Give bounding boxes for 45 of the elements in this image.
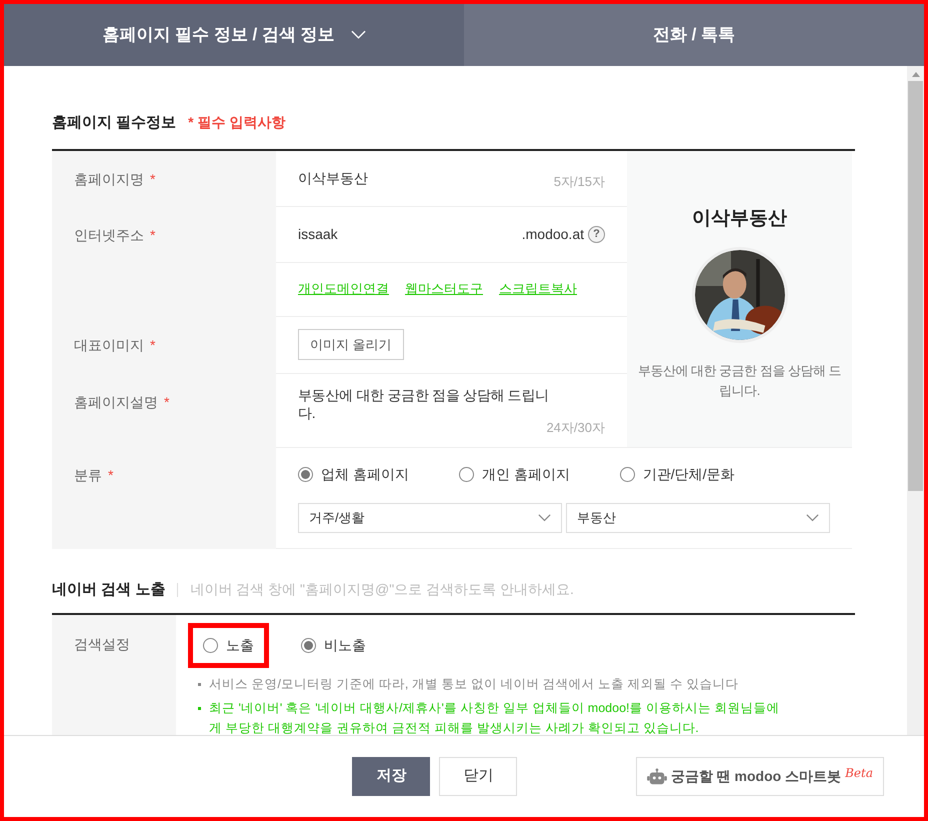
save-button[interactable]: 저장 bbox=[352, 757, 430, 796]
field-label: 인터넷주소 bbox=[74, 226, 144, 244]
notice-text: 최근 '네이버' 혹은 '네이버 대행사/제휴사'를 사칭한 일부 업체들이 modoo!를 이용하시는 회원님들에게 부당한 대행계약을 권유하여 금전적 피해를 발생시키는 사례가 확인되고 있습니다. bbox=[209, 700, 780, 735]
preview-description: 부동산에 대한 궁금한 점을 상담해 드립니다. bbox=[636, 362, 842, 400]
radio-option[interactable]: 기관/단체/문화 bbox=[620, 464, 735, 484]
field-label: 대표이미지 bbox=[74, 336, 144, 354]
category-select[interactable]: 부동산 bbox=[566, 502, 830, 532]
chevron-down-icon bbox=[538, 514, 551, 522]
description-field[interactable]: 부동산에 대한 궁금한 점을 상담해 드립니다. bbox=[298, 386, 560, 422]
close-button[interactable]: 닫기 bbox=[439, 757, 518, 796]
name-field[interactable]: 이삭부동산 bbox=[298, 168, 368, 188]
required-note: * 필수 입력사항 bbox=[188, 113, 286, 132]
required-mark: * bbox=[150, 226, 156, 244]
field-label: 분류 bbox=[74, 466, 102, 484]
required-mark: * bbox=[150, 336, 156, 354]
radio-option[interactable]: 개인 홈페이지 bbox=[458, 464, 570, 484]
section-hint: 네이버 검색 창에 "홈페이지명@"으로 검색하도록 안내하세요. bbox=[190, 580, 574, 600]
scrollbar[interactable] bbox=[907, 66, 924, 735]
field-label: 홈페이지설명 bbox=[74, 392, 158, 412]
radio-option[interactable]: 업체 홈페이지 bbox=[298, 464, 409, 484]
char-count: 24자/30자 bbox=[546, 418, 605, 436]
char-count: 5자/15자 bbox=[554, 173, 605, 192]
tab[interactable]: 전화 / 톡톡 bbox=[464, 4, 924, 66]
chatbot-button[interactable]: 궁금할 땐 modoo 스마트봇 Beta bbox=[636, 757, 884, 796]
domain-suffix: .modoo.at bbox=[522, 224, 584, 244]
notice-text: 서비스 운영/모니터링 기준에 따라, 개별 통보 없이 네이버 검색에서 노출 제외될 수 있습니다 bbox=[209, 676, 740, 693]
section-title: 네이버 검색 노출 bbox=[52, 580, 166, 600]
required-mark: * bbox=[150, 170, 156, 188]
tab[interactable]: 홈페이지 필수 정보 / 검색 정보 bbox=[4, 4, 464, 66]
preview-title: 이삭부동산 bbox=[692, 206, 787, 230]
chevron-down-icon bbox=[350, 30, 366, 40]
robot-icon bbox=[646, 768, 667, 786]
radio-option[interactable]: 비노출 bbox=[301, 635, 366, 656]
field-label: 홈페이지명 bbox=[74, 170, 144, 188]
address-field[interactable]: issaak bbox=[298, 224, 338, 244]
scroll-up-icon[interactable] bbox=[912, 72, 920, 77]
required-mark: * bbox=[164, 392, 170, 412]
category-select[interactable]: 거주/생활 bbox=[298, 502, 562, 532]
field-label: 검색설정 bbox=[74, 636, 130, 652]
upload-image-button[interactable]: 이미지 올리기 bbox=[298, 329, 404, 360]
section-title: 홈페이지 필수정보 bbox=[52, 113, 176, 133]
help-button[interactable]: ? bbox=[588, 226, 605, 242]
required-mark: * bbox=[108, 466, 114, 484]
chevron-down-icon bbox=[806, 514, 819, 522]
beta-label: Beta bbox=[845, 764, 873, 782]
